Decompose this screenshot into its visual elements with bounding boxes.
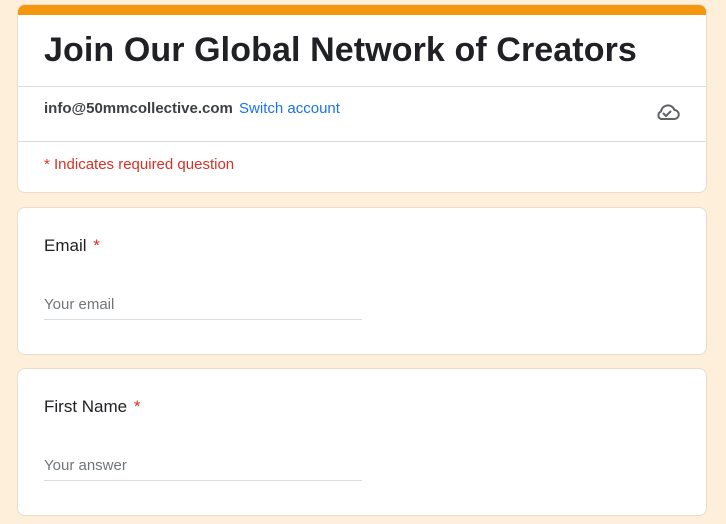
first-name-input[interactable]: [44, 451, 362, 481]
accent-bar: [18, 5, 706, 15]
switch-account-link[interactable]: Switch account: [239, 100, 340, 117]
form-page: Join Our Global Network of Creators info…: [0, 0, 726, 524]
form-title: Join Our Global Network of Creators: [44, 31, 637, 69]
question-label-first-name: First Name *: [44, 397, 140, 417]
question-card-email: Email *: [17, 207, 707, 355]
header-divider: [18, 86, 706, 87]
account-email: info@50mmcollective.com: [44, 100, 233, 117]
question-title: Email: [44, 236, 87, 255]
form-header-card: Join Our Global Network of Creators info…: [17, 4, 707, 193]
required-star: *: [93, 236, 100, 255]
required-star: *: [133, 397, 141, 416]
account-row: info@50mmcollective.com Switch account: [44, 100, 340, 117]
account-divider: [18, 141, 706, 142]
required-question-note: * Indicates required question: [44, 156, 235, 173]
question-title: First Name: [44, 397, 128, 416]
question-card-first-name: First Name *: [17, 368, 707, 516]
cloud-check-icon[interactable]: [654, 101, 680, 123]
email-input[interactable]: [44, 290, 362, 320]
question-label-email: Email *: [44, 236, 100, 256]
